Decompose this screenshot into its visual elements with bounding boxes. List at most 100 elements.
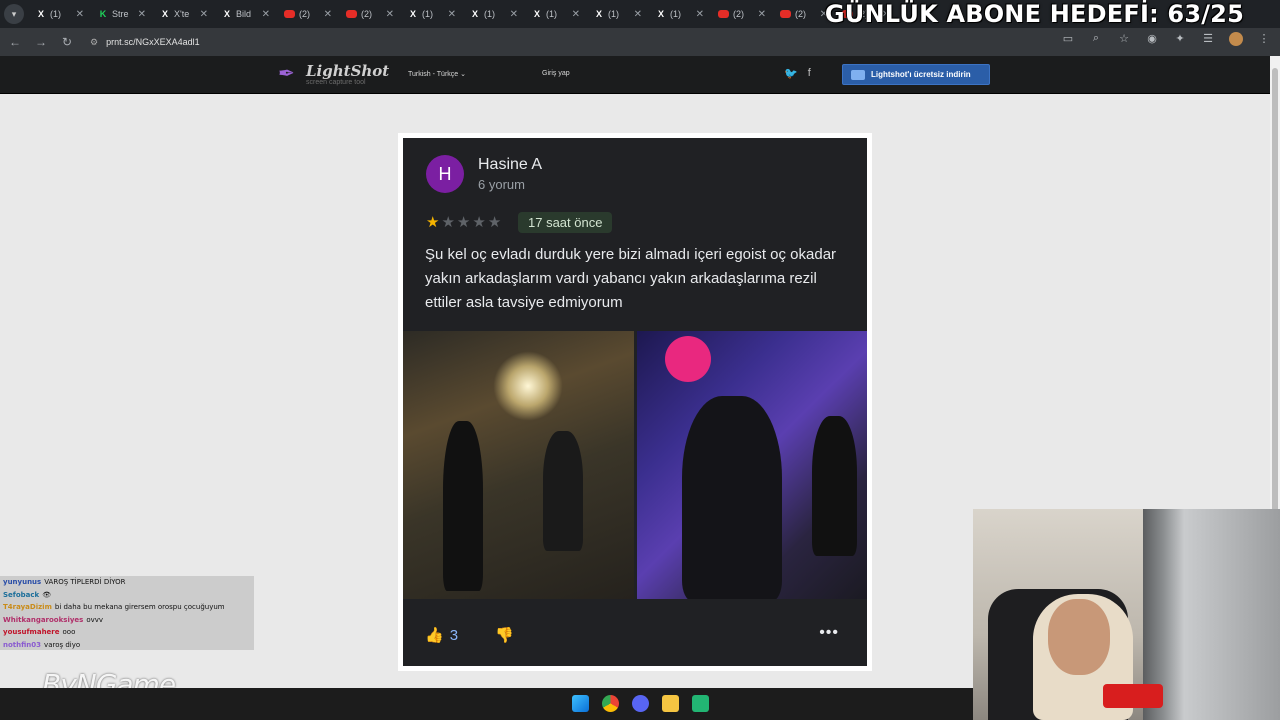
- review-photo-1[interactable]: [403, 331, 634, 599]
- forward-icon[interactable]: →: [30, 31, 52, 53]
- subscriber-goal-overlay: GÜNLÜK ABONE HEDEFİ: 63/25: [824, 0, 1244, 28]
- tab-close-icon[interactable]: ✕: [386, 9, 394, 20]
- x-icon: X: [37, 9, 44, 19]
- download-label: Lightshot'ı ücretsiz indirin: [871, 70, 971, 79]
- reviewer-avatar[interactable]: H: [426, 155, 464, 193]
- tab-label: (1): [484, 9, 495, 19]
- tab-label: Stre: [112, 9, 129, 19]
- cast-icon[interactable]: ▭: [1060, 32, 1076, 49]
- stream-chat-overlay: yunyunus VAROŞ TİPLERDİ DİYOR Sefoback 👁 T4r…: [0, 576, 254, 650]
- tab-close-icon[interactable]: ✕: [510, 9, 518, 20]
- review-photo-2[interactable]: [636, 331, 867, 599]
- browser-tab[interactable]: X (1) ✕: [588, 2, 650, 26]
- download-icon: [851, 69, 865, 80]
- tab-label: X'te: [174, 9, 190, 19]
- like-count: 3: [449, 626, 459, 644]
- chat-username: Whitkangarooksiyes: [3, 615, 84, 624]
- browser-tab[interactable]: X Bild ✕: [216, 2, 278, 26]
- x-icon: X: [409, 9, 416, 19]
- like-button[interactable]: 👍 3: [425, 626, 459, 645]
- address-bar-actions: ▭ ⌕ ☆ ◉ ✦ ☰ ⋮: [1060, 32, 1272, 49]
- photo-silhouette: [811, 416, 857, 556]
- chat-text: bi daha bu mekana girersem orospu çocuğu…: [54, 603, 225, 612]
- browser-tab[interactable]: X (1) ✕: [402, 2, 464, 26]
- chat-username: nothfin03: [3, 640, 42, 649]
- photo-silhouette: [443, 421, 483, 591]
- kick-icon: K: [99, 9, 107, 19]
- x-icon: X: [471, 9, 478, 19]
- x-icon: X: [223, 9, 230, 19]
- language-selector[interactable]: Turkish - Türkçe ⌄: [408, 70, 466, 78]
- download-button[interactable]: Lightshot'ı ücretsiz indirin: [842, 64, 990, 85]
- discord-icon[interactable]: [632, 695, 649, 712]
- browser-tab[interactable]: (2) ✕: [712, 2, 774, 26]
- tab-label: Bild: [236, 9, 252, 19]
- reload-icon[interactable]: ↻: [56, 31, 78, 53]
- address-bar: ← → ↻ ⚙ prnt.sc/NGxXEXA4adl1 ▭ ⌕ ☆ ◉ ✦ ☰…: [0, 28, 1280, 56]
- browser-tab[interactable]: X (1) ✕: [526, 2, 588, 26]
- x-icon: X: [161, 9, 168, 19]
- dislike-button[interactable]: 👎: [495, 626, 514, 644]
- tab-close-icon[interactable]: ✕: [758, 9, 766, 20]
- tab-close-icon[interactable]: ✕: [262, 9, 270, 20]
- app-icon[interactable]: [692, 695, 709, 712]
- zoom-icon[interactable]: ⌕: [1088, 32, 1104, 49]
- star-filled-icon: ★: [426, 214, 440, 231]
- file-explorer-icon[interactable]: [662, 695, 679, 712]
- tab-close-icon[interactable]: ✕: [76, 9, 84, 20]
- review-time-badge: 17 saat önce: [518, 212, 613, 233]
- review-actions: 👍 3 👎 •••: [403, 618, 867, 658]
- facebook-icon[interactable]: f: [808, 67, 811, 80]
- browser-tab[interactable]: K Stre ✕: [92, 2, 154, 26]
- menu-icon[interactable]: ☰: [1200, 32, 1216, 49]
- chat-message: Whitkangarooksiyes ovvv: [0, 614, 254, 627]
- puzzle-icon[interactable]: ✦: [1172, 32, 1188, 49]
- site-settings-icon[interactable]: ⚙: [90, 37, 98, 48]
- tab-close-icon[interactable]: ✕: [138, 9, 146, 20]
- profile-avatar[interactable]: [1228, 32, 1244, 49]
- browser-tab[interactable]: (2) ✕: [340, 2, 402, 26]
- windows-start-icon[interactable]: [572, 695, 589, 712]
- browser-tab[interactable]: X (1) ✕: [30, 2, 92, 26]
- tab-close-icon[interactable]: ✕: [634, 9, 642, 20]
- back-icon[interactable]: ←: [4, 31, 26, 53]
- tab-label: (2): [795, 9, 806, 19]
- tab-label: (1): [422, 9, 433, 19]
- reviewer-name[interactable]: Hasine A: [478, 156, 542, 174]
- youtube-icon: [718, 10, 729, 18]
- tab-close-icon[interactable]: ✕: [696, 9, 704, 20]
- street-light-glow: [493, 351, 563, 421]
- browser-tab[interactable]: (2) ✕: [278, 2, 340, 26]
- chat-username: yunyunus: [3, 578, 42, 587]
- star-empty-icon: ★: [456, 214, 471, 231]
- scrollbar-thumb[interactable]: [1272, 68, 1278, 548]
- youtube-icon: [780, 10, 791, 18]
- tab-label: (2): [361, 9, 372, 19]
- more-options-icon[interactable]: •••: [819, 624, 839, 642]
- tab-search-button[interactable]: ▾: [4, 4, 24, 24]
- thumbs-down-icon: 👎: [495, 627, 514, 644]
- tab-close-icon[interactable]: ✕: [200, 9, 208, 20]
- chrome-icon[interactable]: [602, 695, 619, 712]
- chat-text: ooo: [62, 628, 76, 637]
- tab-close-icon[interactable]: ✕: [448, 9, 456, 20]
- tab-label: (2): [733, 9, 744, 19]
- lightshot-logo[interactable]: ✒ LightShot screen capture tool: [278, 62, 389, 86]
- photo-silhouette: [543, 431, 583, 551]
- twitter-icon[interactable]: 🐦: [784, 67, 798, 80]
- chat-text: varoş diyo: [44, 640, 81, 649]
- webcam-microphone: [1103, 684, 1163, 708]
- tab-close-icon[interactable]: ✕: [572, 9, 580, 20]
- kebab-menu-icon[interactable]: ⋮: [1256, 32, 1272, 49]
- tab-close-icon[interactable]: ✕: [324, 9, 332, 20]
- extension-icon[interactable]: ◉: [1144, 32, 1160, 49]
- bookmark-star-icon[interactable]: ☆: [1116, 32, 1132, 49]
- browser-tab[interactable]: X X'te ✕: [154, 2, 216, 26]
- chat-username: Sefoback: [3, 590, 40, 599]
- social-links: 🐦 f: [784, 67, 811, 80]
- url-field[interactable]: ⚙ prnt.sc/NGxXEXA4adl1: [90, 37, 200, 48]
- chat-message: yousufmahere ooo: [0, 626, 254, 639]
- browser-tab[interactable]: X (1) ✕: [464, 2, 526, 26]
- browser-tab[interactable]: X (1) ✕: [650, 2, 712, 26]
- login-link[interactable]: Giriş yap: [542, 70, 570, 77]
